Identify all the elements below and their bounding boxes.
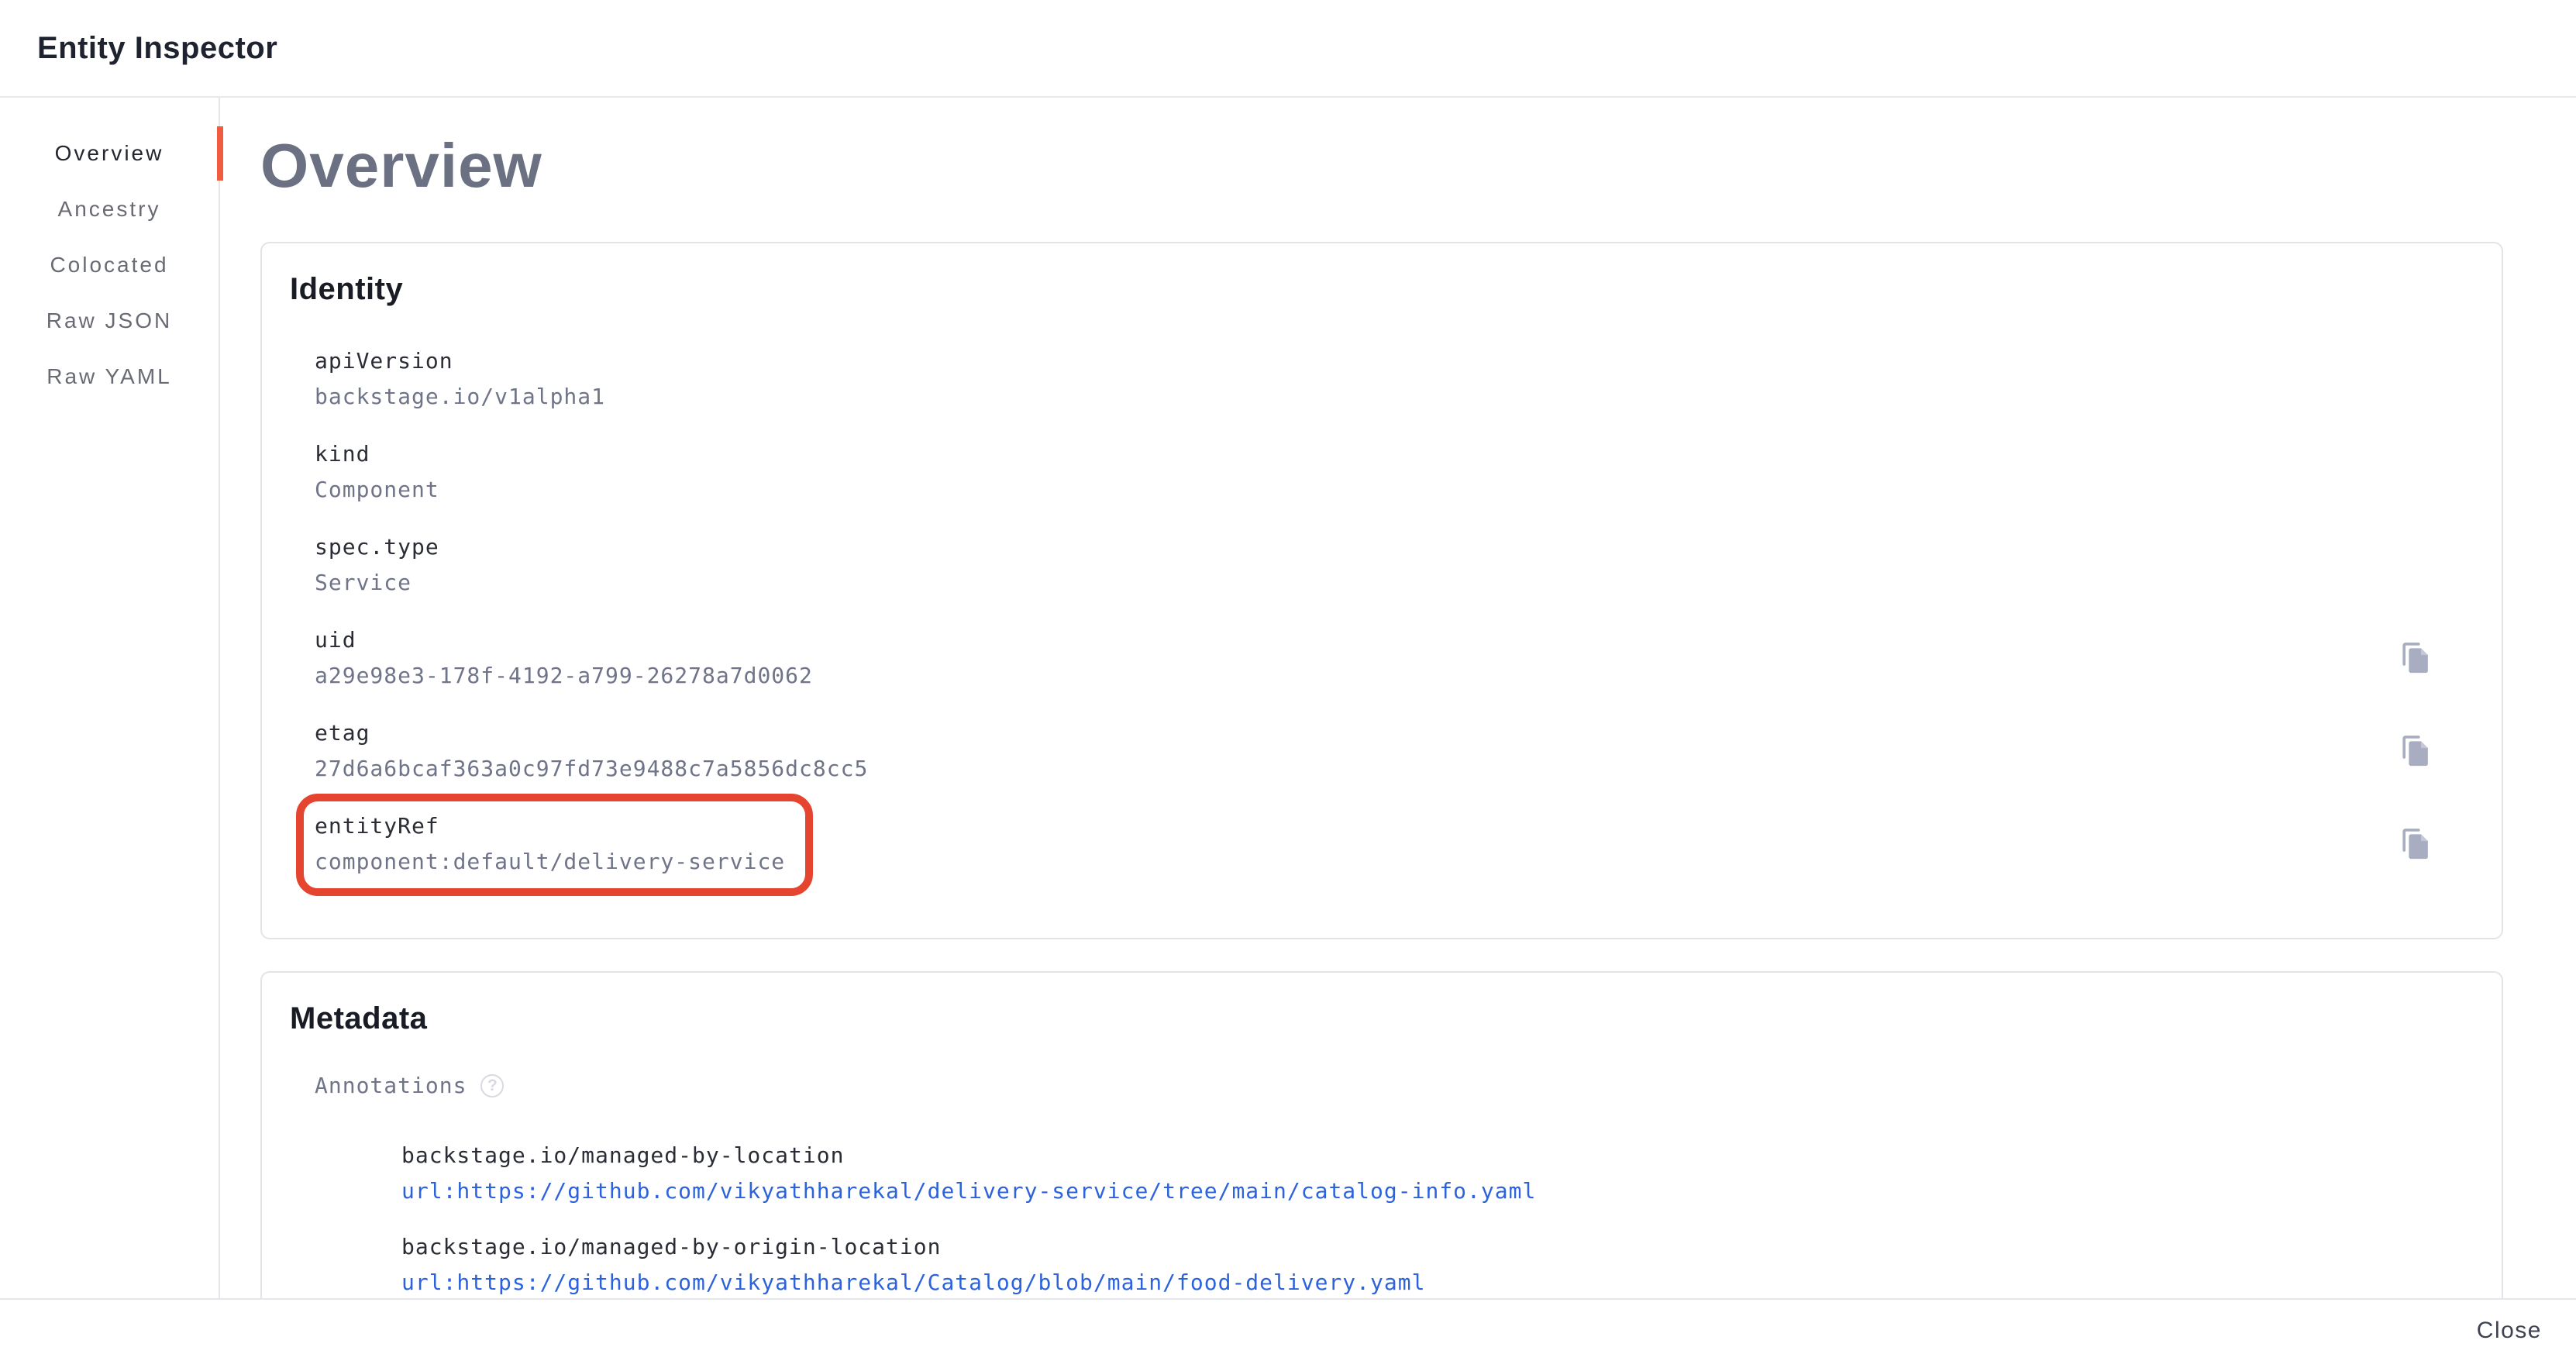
identity-card-title: Identity [290, 273, 2474, 305]
field-value: a29e98e3-178f-4192-a799-26278a7d0062 [315, 660, 813, 691]
field-label: uid [315, 625, 813, 656]
field-spec-type: spec.type Service [315, 532, 439, 598]
field-row-apiversion: apiVersion backstage.io/v1alpha1 [315, 346, 2474, 412]
dialog-footer: Close [0, 1298, 2576, 1361]
page-title: Overview [260, 130, 2576, 202]
dialog-title: Entity Inspector [37, 31, 277, 66]
sidebar-item-ancestry[interactable]: Ancestry [0, 181, 219, 237]
sidebar-item-colocated[interactable]: Colocated [0, 237, 219, 293]
identity-card: Identity apiVersion backstage.io/v1alpha1… [260, 242, 2503, 939]
field-value: Service [315, 567, 439, 598]
field-label: etag [315, 718, 868, 749]
annotation-key: backstage.io/managed-by-location [401, 1140, 2474, 1171]
field-row-etag: etag 27d6a6bcaf363a0c97fd73e9488c7a5856dc… [315, 718, 2474, 784]
field-value: component:default/delivery-service [315, 846, 785, 877]
annotation-row: backstage.io/managed-by-location url:http… [401, 1140, 2474, 1207]
field-row-entityref: entityRef component:default/delivery-serv… [315, 811, 2474, 877]
annotation-value-link[interactable]: url:https://github.com/vikyathharekal/de… [401, 1176, 1536, 1207]
field-etag: etag 27d6a6bcaf363a0c97fd73e9488c7a5856dc… [315, 718, 868, 784]
dialog-header: Entity Inspector [0, 0, 2576, 98]
sidebar-item-raw-yaml[interactable]: Raw YAML [0, 349, 219, 405]
field-row-spec-type: spec.type Service [315, 532, 2474, 598]
field-label: kind [315, 439, 439, 470]
field-row-kind: kind Component [315, 439, 2474, 505]
copy-button-entityref[interactable] [2396, 825, 2433, 863]
field-value: 27d6a6bcaf363a0c97fd73e9488c7a5856dc8cc5 [315, 753, 868, 784]
entityref-highlight-annotation: entityRef component:default/delivery-serv… [296, 794, 813, 896]
field-apiversion: apiVersion backstage.io/v1alpha1 [315, 346, 605, 412]
annotations-label: Annotations [315, 1070, 467, 1101]
field-value: Component [315, 474, 439, 505]
copy-icon [2397, 640, 2433, 676]
annotations-list: backstage.io/managed-by-location url:http… [401, 1140, 2474, 1298]
sidebar-nav: OverviewAncestryColocatedRaw JSONRaw YAM… [0, 98, 220, 1298]
field-label: spec.type [315, 532, 439, 563]
sidebar-item-raw-json[interactable]: Raw JSON [0, 293, 219, 349]
copy-icon [2397, 826, 2433, 862]
main-content: Overview Identity apiVersion backstage.io… [220, 98, 2576, 1298]
identity-fields: apiVersion backstage.io/v1alpha1 kind Compo… [315, 346, 2474, 877]
annotations-section: Annotations backstage.io/managed-by-loca… [315, 1070, 2474, 1298]
field-label: apiVersion [315, 346, 605, 377]
copy-button-uid[interactable] [2396, 639, 2433, 677]
field-row-uid: uid a29e98e3-178f-4192-a799-26278a7d0062 [315, 625, 2474, 691]
help-icon[interactable] [480, 1074, 504, 1097]
metadata-card-title: Metadata [290, 1002, 2474, 1035]
field-kind: kind Component [315, 439, 439, 505]
copy-icon [2397, 733, 2433, 769]
annotation-key: backstage.io/managed-by-origin-location [401, 1232, 2474, 1263]
annotation-row: backstage.io/managed-by-origin-location u… [401, 1232, 2474, 1298]
sidebar-item-overview[interactable]: Overview [0, 126, 219, 181]
copy-button-etag[interactable] [2396, 732, 2433, 770]
field-label: entityRef [315, 811, 785, 842]
metadata-card: Metadata Annotations backstage.io/manage… [260, 971, 2503, 1298]
field-uid: uid a29e98e3-178f-4192-a799-26278a7d0062 [315, 625, 813, 691]
dialog-body: OverviewAncestryColocatedRaw JSONRaw YAM… [0, 98, 2576, 1298]
annotation-value-link[interactable]: url:https://github.com/vikyathharekal/Ca… [401, 1267, 1425, 1298]
close-button[interactable]: Close [2463, 1307, 2556, 1355]
annotations-header: Annotations [315, 1070, 2474, 1101]
field-value: backstage.io/v1alpha1 [315, 381, 605, 412]
